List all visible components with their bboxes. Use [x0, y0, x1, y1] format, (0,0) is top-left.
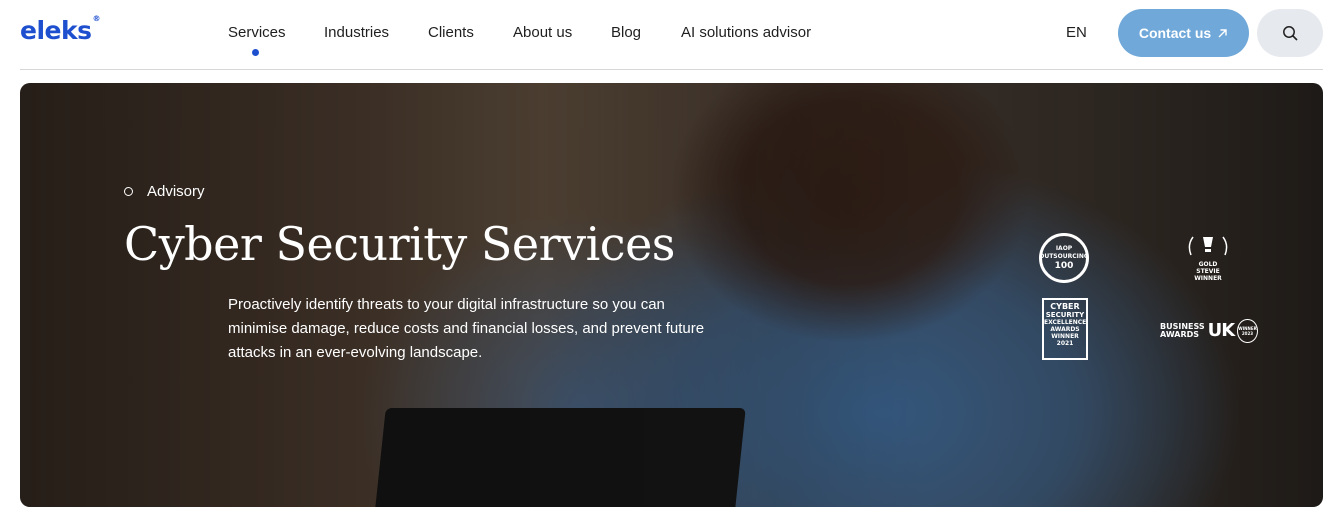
nav-item-about-us[interactable]: About us	[513, 24, 572, 41]
badge-text: WINNER	[1194, 275, 1222, 282]
header-divider	[20, 69, 1323, 70]
badge-text: STEVIE	[1196, 268, 1220, 275]
arrow-up-right-icon	[1218, 28, 1227, 37]
badge-text: UK	[1207, 320, 1236, 341]
registered-mark: ®	[92, 13, 101, 23]
contact-us-label: Contact us	[1138, 25, 1212, 41]
trophy-icon	[1188, 236, 1228, 256]
gold-stevie-badge: GOLD STEVIE WINNER	[1183, 233, 1233, 285]
badge-text: AWARDS	[1160, 330, 1200, 339]
winner-ring: WINNER 2023	[1237, 319, 1258, 343]
hero-banner: Advisory Cyber Security Services Proacti…	[20, 83, 1323, 507]
badge-text: SECURITY	[1045, 311, 1085, 319]
language-switcher[interactable]: EN	[1066, 24, 1087, 41]
hero-eyebrow: Advisory	[124, 183, 205, 200]
hero-description: Proactively identify threats to your dig…	[228, 296, 705, 361]
nav-item-ai-solutions-advisor[interactable]: AI solutions advisor	[681, 24, 811, 41]
nav-item-blog[interactable]: Blog	[611, 24, 641, 41]
contact-us-button[interactable]: Contact us	[1118, 9, 1249, 57]
eyebrow-label: Advisory	[147, 183, 205, 200]
search-icon	[1282, 25, 1298, 41]
badge-text: 100	[1054, 261, 1074, 271]
nav-item-clients[interactable]: Clients	[428, 24, 474, 41]
badge-text: OUTSOURCING	[1039, 253, 1089, 260]
circle-bullet-icon	[124, 187, 133, 196]
badge-text: 2023	[1241, 331, 1254, 336]
badge-text: GOLD	[1198, 261, 1218, 268]
badge-text: AWARDS	[1050, 326, 1080, 333]
page-title: Cyber Security Services	[124, 217, 675, 271]
badge-text: 2021	[1056, 340, 1074, 347]
badge-text: WINNER	[1051, 333, 1079, 340]
nav-item-industries[interactable]: Industries	[324, 24, 389, 41]
outsourcing-100-badge: IAOP OUTSOURCING 100	[1039, 233, 1089, 283]
eleks-logo[interactable]: eleks®	[20, 13, 101, 45]
badge-text: CYBER	[1050, 302, 1080, 311]
search-button[interactable]	[1257, 9, 1323, 57]
active-nav-indicator	[252, 49, 259, 56]
site-header: eleks® Services Industries Clients About…	[0, 0, 1333, 70]
badge-text: IAOP	[1055, 245, 1073, 252]
business-awards-uk-badge: BUSINESS AWARDS UK WINNER 2023	[1160, 317, 1258, 345]
nav-item-services[interactable]: Services	[228, 24, 286, 41]
logo-text: eleks	[20, 16, 92, 45]
badge-text: EXCELLENCE	[1044, 319, 1087, 326]
cyber-security-excellence-awards-badge: CYBER SECURITY EXCELLENCE AWARDS WINNER …	[1042, 298, 1088, 360]
